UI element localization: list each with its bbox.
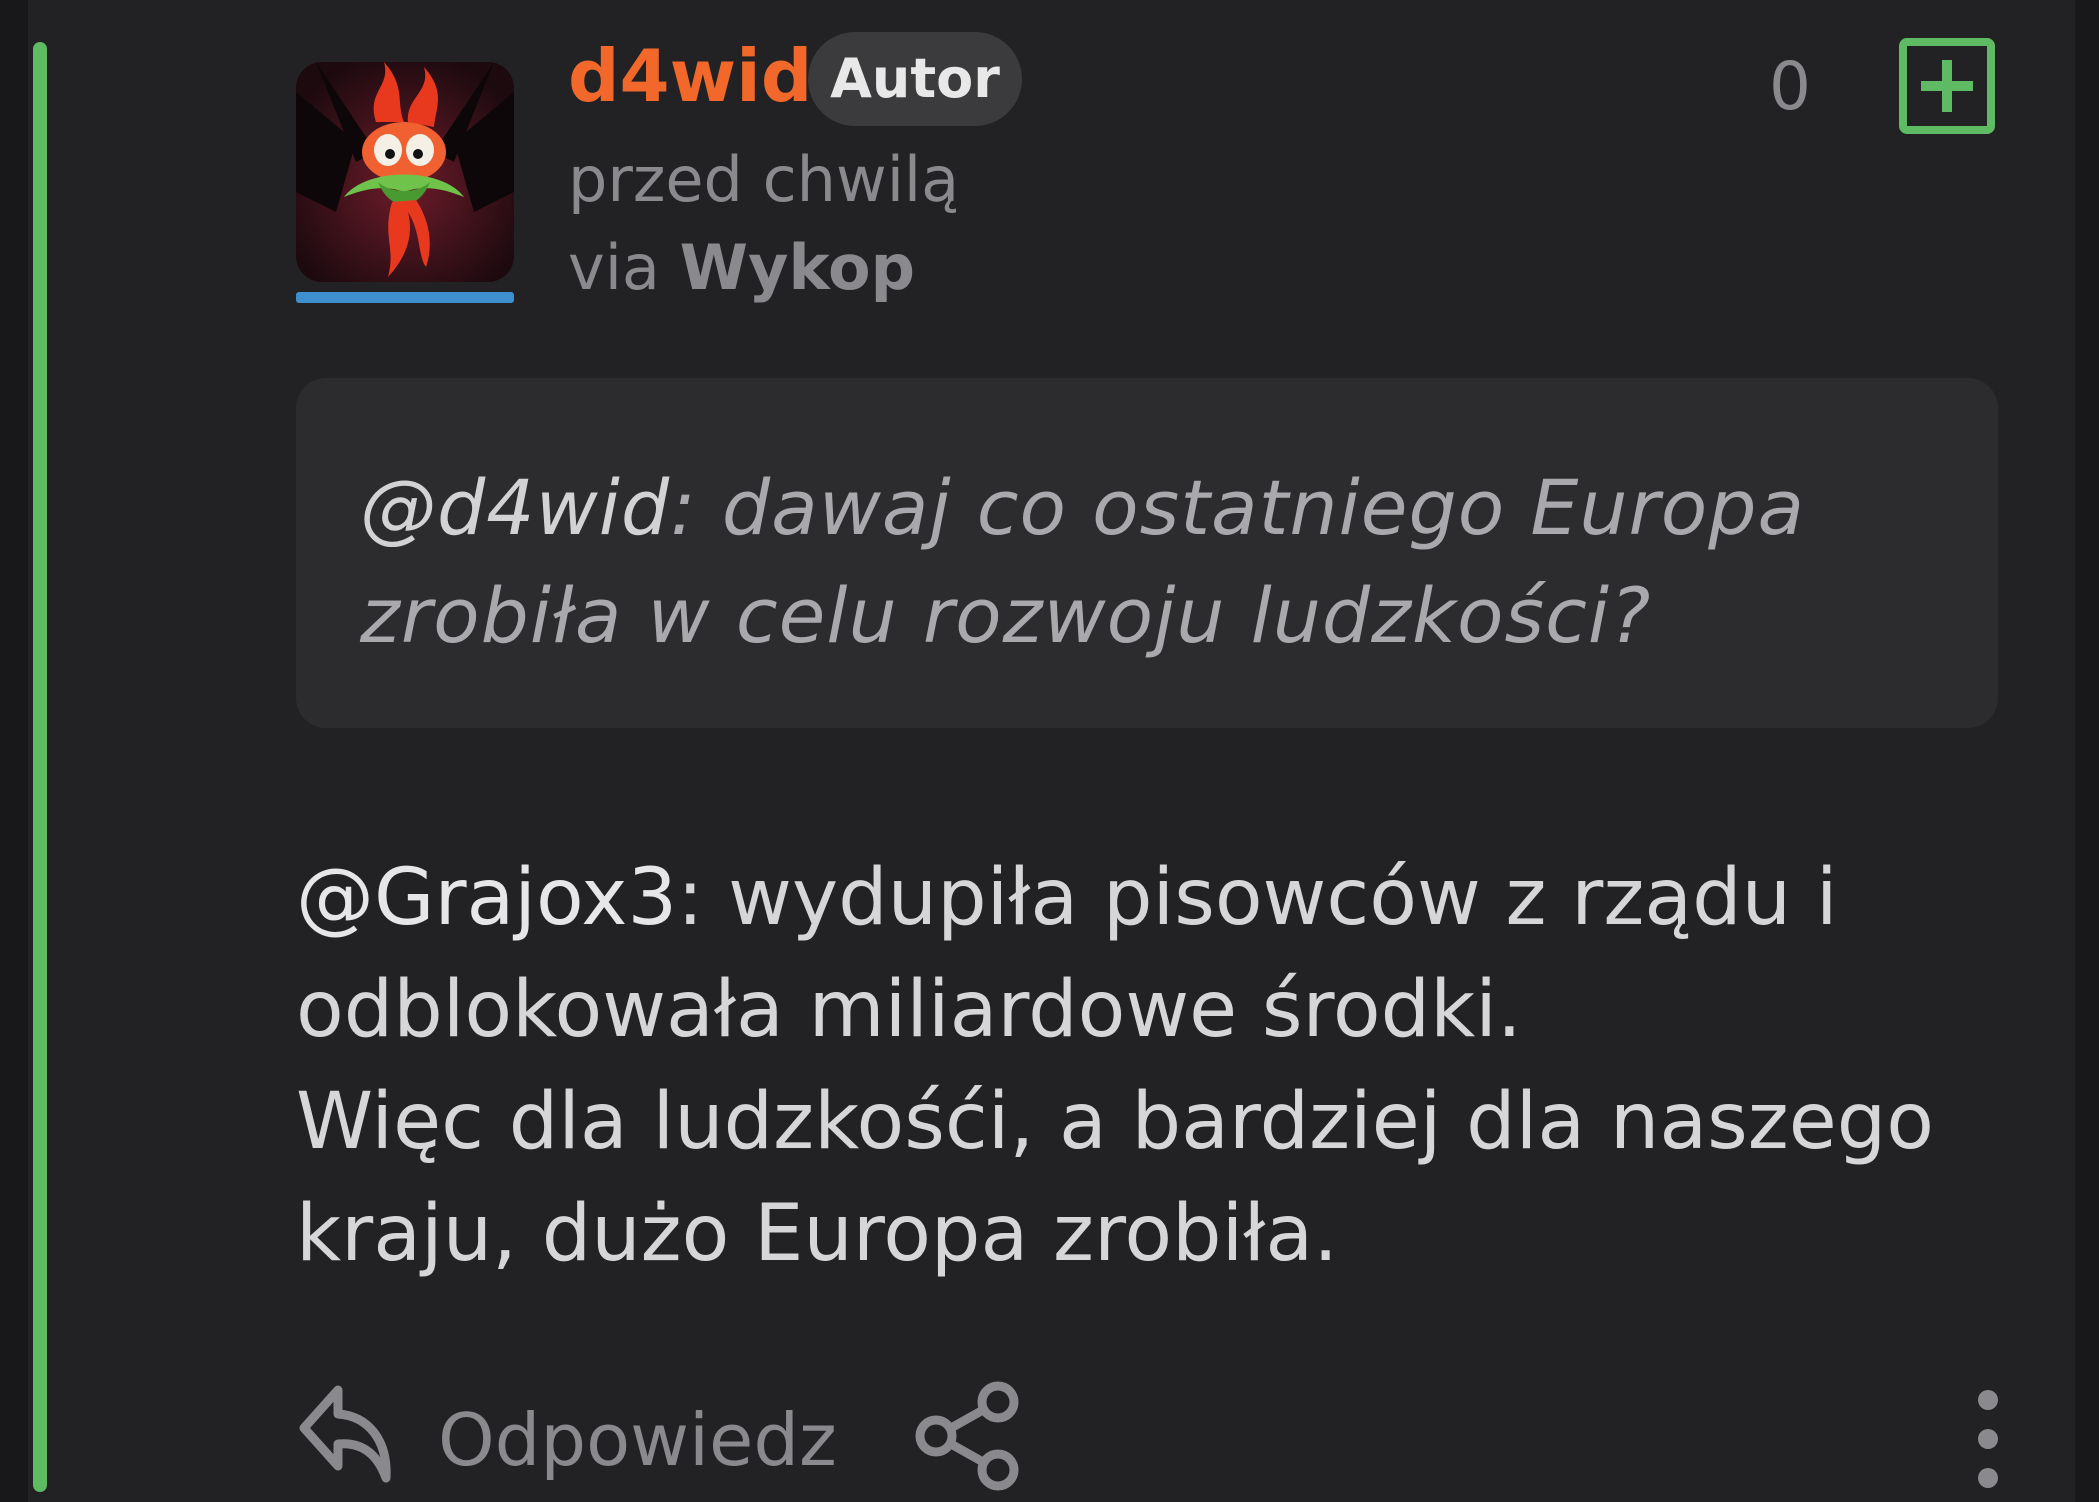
thread-line: [33, 42, 47, 1492]
quote-mention[interactable]: @d4wid: [360, 463, 670, 552]
vote-count: 0: [1769, 48, 1811, 125]
body-paragraph-2: Więc dla ludzkośći, a bardziej dla nasze…: [296, 1077, 1934, 1279]
comment-body: @Grajox3: wydupiła pisowców z rządu i od…: [296, 842, 2016, 1290]
right-edge: [2075, 0, 2099, 1502]
left-edge: [0, 0, 28, 1502]
plus-icon: [1921, 60, 1973, 112]
via-source: via Wykop: [568, 228, 915, 308]
author-name[interactable]: d4wid: [568, 28, 812, 124]
upvote-button[interactable]: [1899, 38, 1995, 134]
reply-icon[interactable]: [296, 1380, 396, 1490]
via-prefix: via: [568, 231, 660, 304]
author-badge: Autor: [808, 32, 1022, 126]
via-app: Wykop: [679, 231, 915, 304]
body-paragraph-1: @Grajox3: wydupiła pisowców z rządu i od…: [296, 842, 2016, 1066]
quoted-comment: @d4wid: dawaj co ostatniego Europa zrobi…: [296, 378, 1998, 728]
avatar-underline: [296, 292, 514, 303]
share-icon[interactable]: [912, 1378, 1028, 1494]
avatar[interactable]: [296, 62, 514, 282]
reply-button[interactable]: Odpowiedz: [438, 1392, 837, 1488]
body-mention[interactable]: @Grajox3: [296, 853, 677, 943]
comment-view: d4wid Autor przed chwilą via Wykop 0 @d4…: [0, 0, 2099, 1502]
more-vertical-icon[interactable]: [1966, 1384, 2010, 1494]
timestamp[interactable]: przed chwilą: [568, 140, 959, 220]
avatar-image: [296, 62, 514, 282]
